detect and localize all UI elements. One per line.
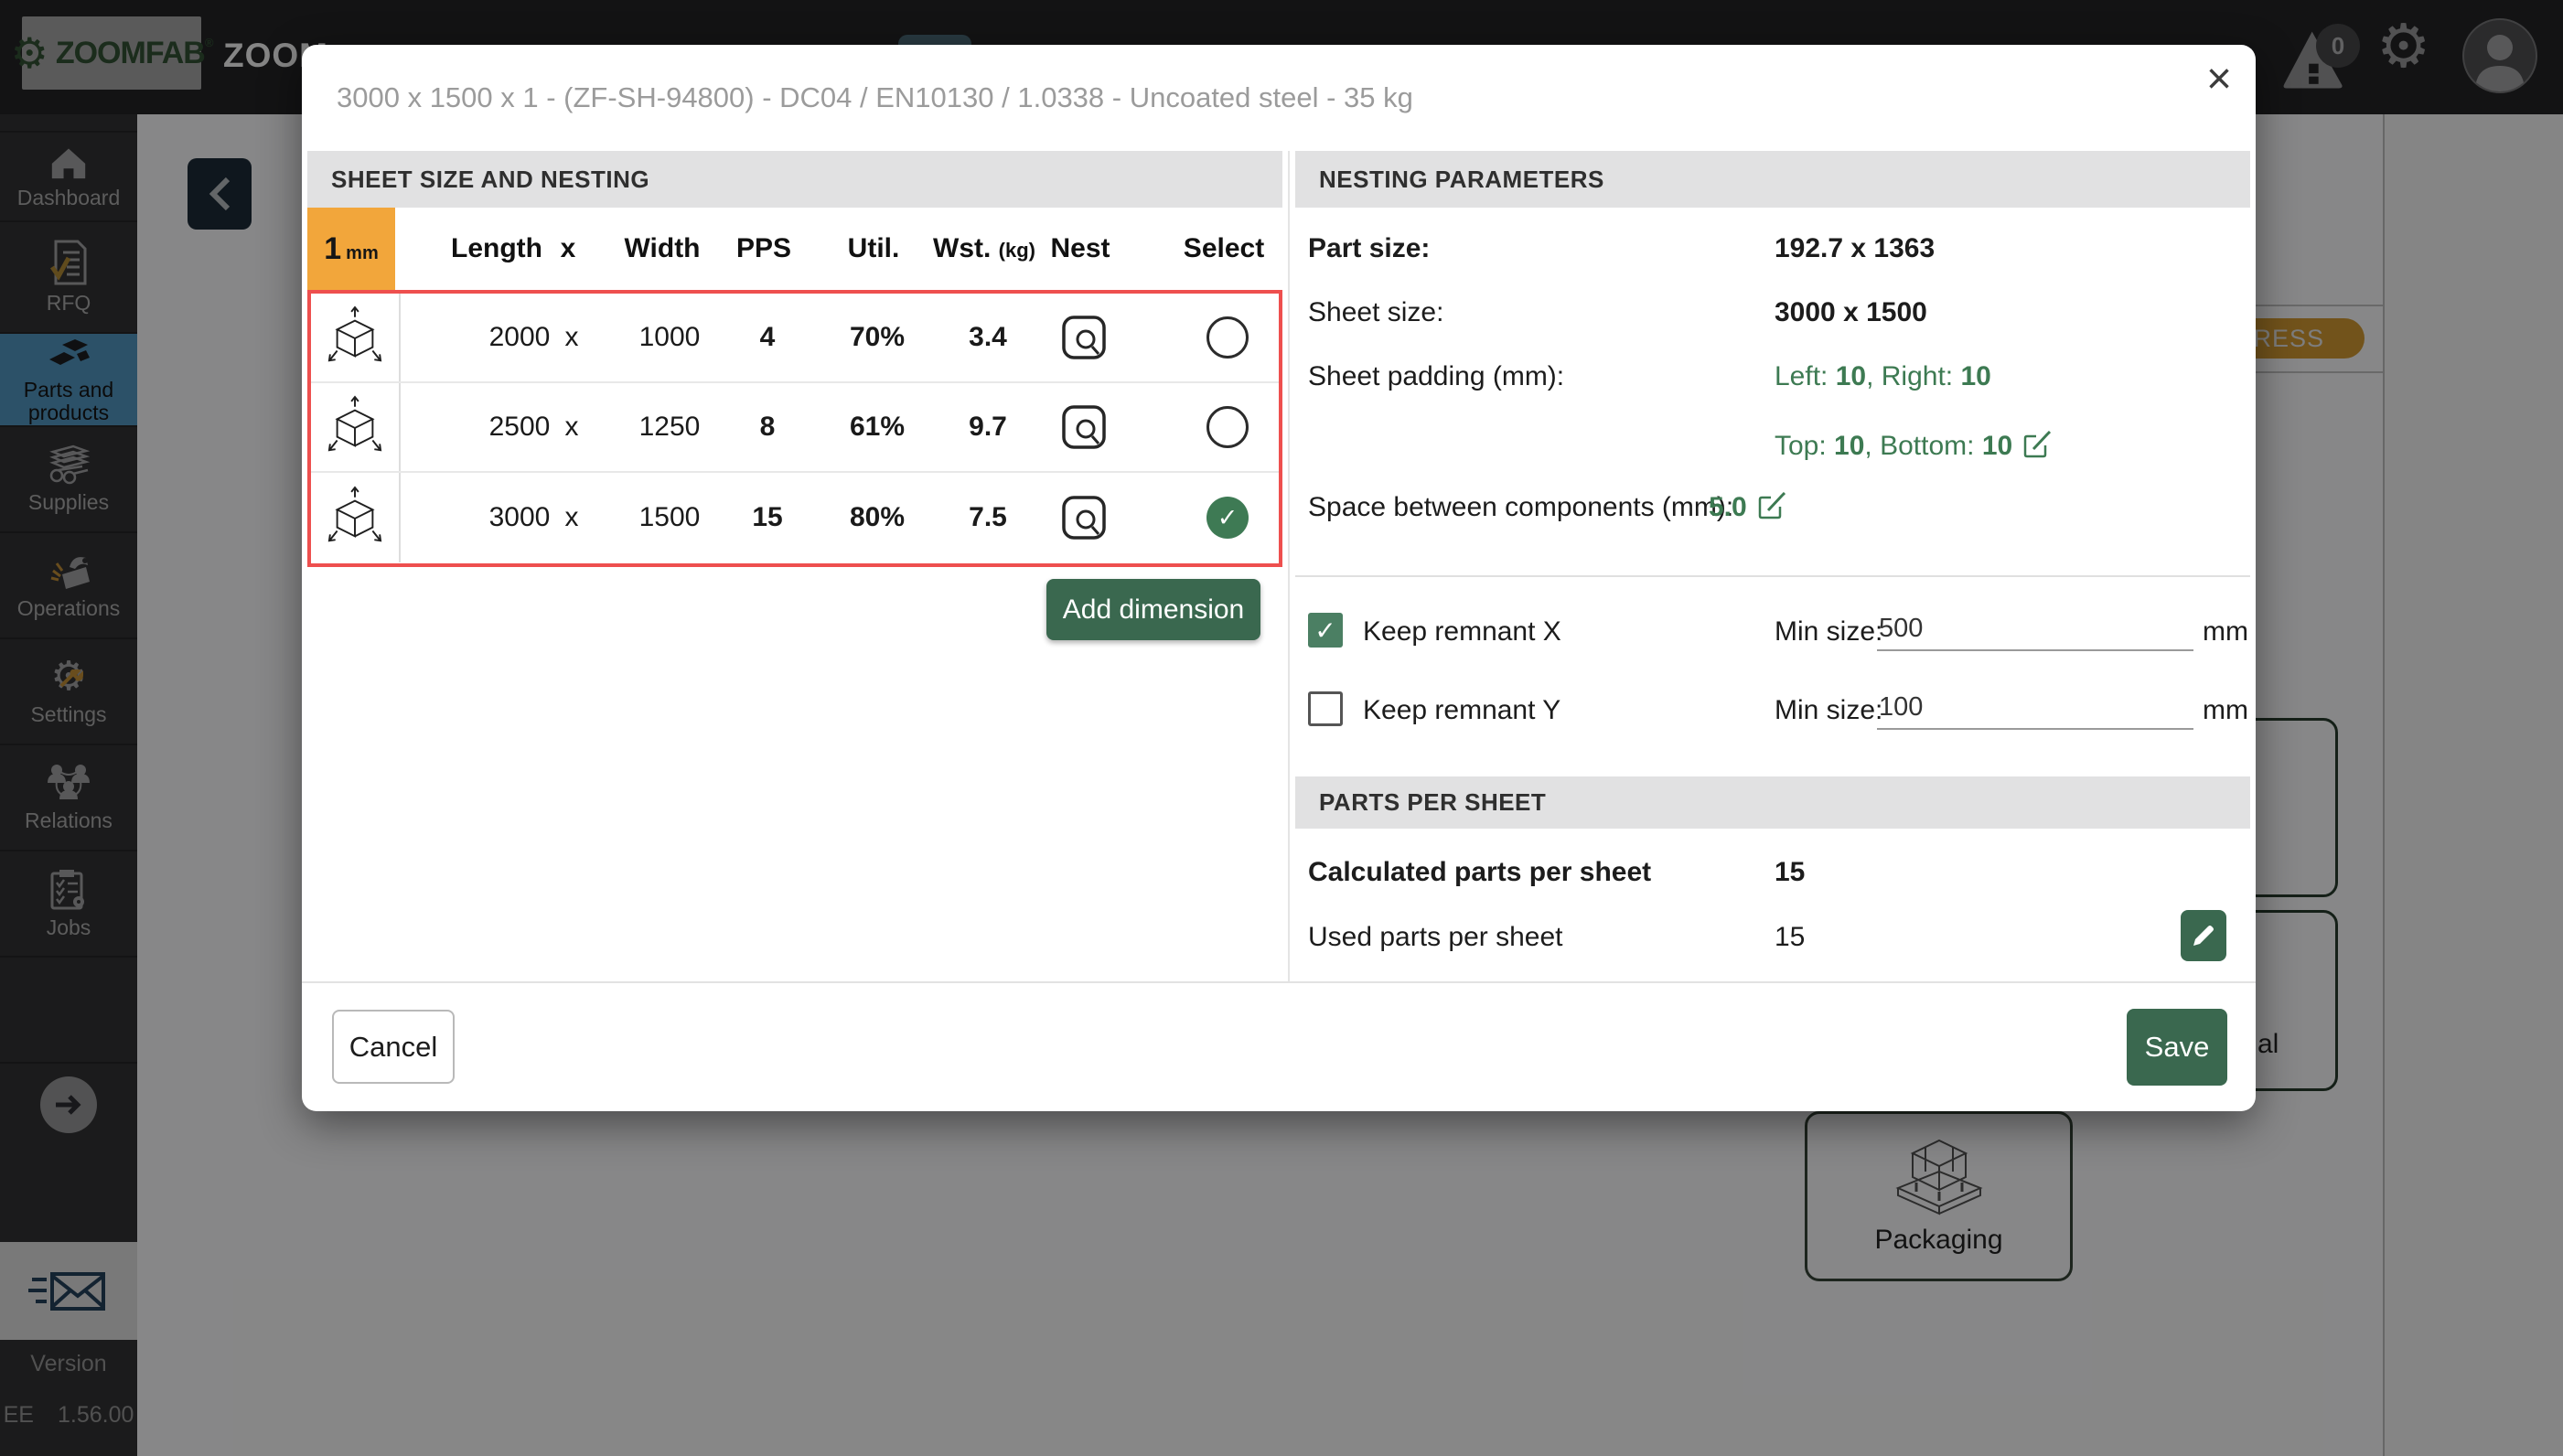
table-row: 3000 x 1500 15 80% 7.5 ✓	[311, 473, 1279, 562]
part-size-label: Part size:	[1308, 233, 1430, 264]
dialog-title: 3000 x 1500 x 1 - (ZF-SH-94800) - DC04 /…	[337, 81, 1413, 114]
col-header-wst: Wst. (kg)	[933, 233, 1035, 264]
sheet-padding-label: Sheet padding (mm):	[1308, 361, 1564, 392]
nesting-section-title: NESTING PARAMETERS	[1319, 166, 1604, 194]
keep-remnant-x-checkbox[interactable]: ✓	[1308, 613, 1343, 648]
cell-width: 1500	[639, 502, 701, 533]
cell-wst: 7.5	[969, 502, 1007, 533]
edit-padding-icon[interactable]	[2023, 431, 2051, 466]
sheet-size-value: 3000 x 1500	[1775, 297, 1927, 328]
pps-section-title: PARTS PER SHEET	[1319, 788, 1546, 817]
cell-wst: 3.4	[969, 322, 1007, 353]
cell-wst: 9.7	[969, 412, 1007, 443]
sheet-size-label: Sheet size:	[1308, 297, 1443, 328]
min-size-y-label: Min size:	[1775, 695, 1882, 726]
cell-x: x	[565, 412, 579, 443]
pps-section-header: PARTS PER SHEET	[1295, 776, 2250, 829]
space-between-value: 5.0	[1709, 492, 1786, 527]
col-header-x: x	[561, 233, 576, 264]
used-pps-value: 15	[1775, 922, 1805, 953]
col-header-nest: Nest	[1050, 233, 1110, 264]
min-size-x-input[interactable]	[1877, 614, 2193, 651]
select-radio[interactable]	[1206, 316, 1249, 359]
cancel-button[interactable]: Cancel	[332, 1010, 455, 1084]
space-between-label: Space between components (mm):	[1308, 492, 1733, 523]
col-header-select: Select	[1184, 233, 1264, 264]
min-size-x-label: Min size:	[1775, 616, 1882, 648]
sheet-nesting-dialog: 3000 x 1500 x 1 - (ZF-SH-94800) - DC04 /…	[302, 45, 2256, 1111]
col-header-pps: PPS	[736, 233, 791, 264]
cell-width: 1000	[639, 322, 701, 353]
cell-length: 2000	[489, 322, 551, 353]
save-button[interactable]: Save	[2127, 1009, 2227, 1086]
min-size-y-unit: mm	[2203, 695, 2248, 726]
nest-preview-button[interactable]	[1059, 313, 1109, 362]
keep-remnant-y-label: Keep remnant Y	[1363, 695, 1560, 726]
table-row: 2000 x 1000 4 70% 3.4	[311, 294, 1279, 383]
dimension-cube-icon	[311, 473, 401, 562]
sheet-section-header: SHEET SIZE AND NESTING	[307, 151, 1282, 208]
min-size-y-input[interactable]	[1877, 692, 2193, 730]
pencil-icon	[2191, 923, 2216, 948]
cell-length: 2500	[489, 412, 551, 443]
edit-used-pps-button[interactable]	[2181, 910, 2226, 961]
footer-divider	[302, 981, 2256, 983]
close-button[interactable]: ×	[2206, 58, 2232, 102]
column-divider	[1288, 151, 1290, 981]
thickness-value: 1	[324, 231, 341, 267]
app-root: ⚙ ZOOMFAB® ZOOM 0 ⚙ Dashboard	[0, 0, 2563, 1456]
nest-preview-button[interactable]	[1059, 402, 1109, 452]
min-size-x-unit: mm	[2203, 616, 2248, 648]
thickness-unit: mm	[346, 243, 379, 264]
keep-remnant-x-label: Keep remnant X	[1363, 616, 1561, 648]
select-radio[interactable]	[1206, 406, 1249, 448]
cell-x: x	[565, 502, 579, 533]
dimension-cube-icon	[311, 383, 401, 471]
cell-x: x	[565, 322, 579, 353]
cell-length: 3000	[489, 502, 551, 533]
cell-pps: 8	[760, 412, 776, 443]
keep-remnant-y-checkbox[interactable]	[1308, 691, 1343, 726]
nest-preview-button[interactable]	[1059, 493, 1109, 542]
dimension-cube-icon	[311, 294, 401, 381]
col-header-length: Length	[451, 233, 542, 264]
table-row: 2500 x 1250 8 61% 9.7	[311, 383, 1279, 473]
sheet-section-title: SHEET SIZE AND NESTING	[331, 166, 649, 194]
sheet-padding-lr-value: Left: 10, Right: 10	[1775, 361, 1991, 392]
used-pps-label: Used parts per sheet	[1308, 922, 1562, 953]
select-radio-checked[interactable]: ✓	[1206, 497, 1249, 539]
add-dimension-button[interactable]: Add dimension	[1046, 579, 1260, 640]
cell-util: 61%	[850, 412, 905, 443]
thickness-badge: 1 mm	[307, 208, 395, 290]
sheet-padding-tb-value: Top: 10, Bottom: 10	[1775, 431, 2051, 466]
calculated-pps-label: Calculated parts per sheet	[1308, 857, 1651, 888]
part-size-value: 192.7 x 1363	[1775, 233, 1935, 264]
calculated-pps-value: 15	[1775, 857, 1805, 888]
cell-pps: 4	[760, 322, 776, 353]
nesting-section-header: NESTING PARAMETERS	[1295, 151, 2250, 208]
sheet-size-table-highlight: 2000 x 1000 4 70% 3.4 2500 x	[307, 290, 1282, 567]
section-divider	[1295, 575, 2250, 577]
edit-space-icon[interactable]	[1758, 492, 1786, 527]
cell-util: 80%	[850, 502, 905, 533]
cell-pps: 15	[752, 502, 782, 533]
cell-util: 70%	[850, 322, 905, 353]
cell-width: 1250	[639, 412, 701, 443]
col-header-width: Width	[624, 233, 700, 264]
col-header-util: Util.	[848, 233, 900, 264]
